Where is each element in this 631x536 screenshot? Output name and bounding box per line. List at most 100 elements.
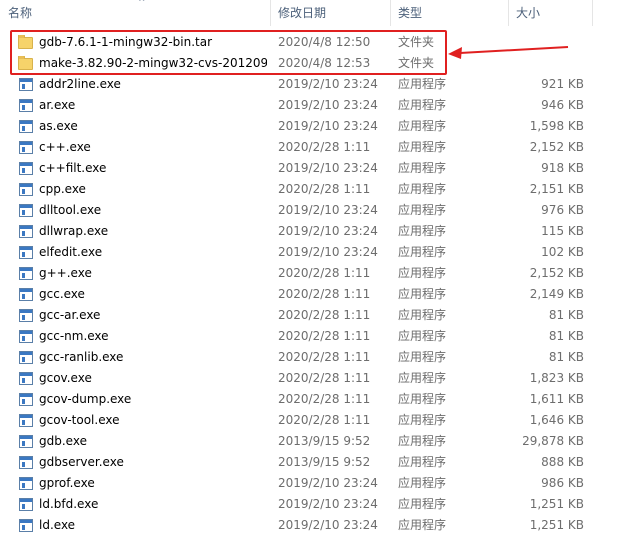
file-row[interactable]: cpp.exe 2020/2/28 1:11 应用程序 2,151 KB (0, 179, 631, 200)
file-row[interactable]: gcc.exe 2020/2/28 1:11 应用程序 2,149 KB (0, 284, 631, 305)
column-divider[interactable] (592, 0, 593, 26)
file-date-modified: 2019/2/10 23:24 (278, 224, 378, 238)
file-name: ld.exe (39, 518, 76, 532)
exe-icon (18, 434, 34, 449)
file-type: 应用程序 (398, 476, 447, 490)
file-date-modified: 2020/2/28 1:11 (278, 329, 371, 343)
exe-icon (18, 413, 34, 428)
file-row[interactable]: gdb.exe 2013/9/15 9:52 应用程序 29,878 KB (0, 431, 631, 452)
exe-icon (18, 329, 34, 344)
file-name: cpp.exe (39, 182, 86, 196)
file-name: ld.bfd.exe (39, 497, 99, 511)
exe-icon (18, 371, 34, 386)
file-size: 1,251 KB (529, 518, 584, 532)
file-row[interactable]: gcov-tool.exe 2020/2/28 1:11 应用程序 1,646 KB (0, 410, 631, 431)
column-header-size[interactable]: 大小 (508, 0, 592, 26)
file-name: ar.exe (39, 98, 76, 112)
file-type: 应用程序 (398, 245, 447, 259)
file-date-modified: 2019/2/10 23:24 (278, 161, 378, 175)
file-date-modified: 2020/2/28 1:11 (278, 266, 371, 280)
file-type: 文件夹 (398, 35, 435, 49)
file-type: 应用程序 (398, 224, 447, 238)
file-row[interactable]: gprof.exe 2019/2/10 23:24 应用程序 986 KB (0, 473, 631, 494)
file-type: 应用程序 (398, 140, 447, 154)
file-name: elfedit.exe (39, 245, 103, 259)
file-name: g++.exe (39, 266, 92, 280)
file-size: 1,251 KB (529, 497, 584, 511)
file-date-modified: 2020/2/28 1:11 (278, 308, 371, 322)
exe-icon (18, 350, 34, 365)
file-row[interactable]: gdbserver.exe 2013/9/15 9:52 应用程序 888 KB (0, 452, 631, 473)
file-row[interactable]: gcc-ranlib.exe 2020/2/28 1:11 应用程序 81 KB (0, 347, 631, 368)
file-type: 应用程序 (398, 497, 447, 511)
file-date-modified: 2019/2/10 23:24 (278, 245, 378, 259)
folder-icon (18, 35, 34, 50)
file-name: gdb-7.6.1-1-mingw32-bin.tar (39, 35, 213, 49)
file-size: 1,646 KB (529, 413, 584, 427)
file-date-modified: 2020/2/28 1:11 (278, 392, 371, 406)
file-size: 921 KB (541, 77, 584, 91)
exe-icon (18, 476, 34, 491)
exe-icon (18, 98, 34, 113)
file-name: gcc.exe (39, 287, 85, 301)
file-size: 81 KB (548, 350, 584, 364)
file-row[interactable]: gcov.exe 2020/2/28 1:11 应用程序 1,823 KB (0, 368, 631, 389)
file-row[interactable]: make-3.82.90-2-mingw32-cvs-201209... 2020… (0, 53, 631, 74)
file-size: 2,151 KB (529, 182, 584, 196)
file-size: 888 KB (541, 455, 584, 469)
file-row[interactable]: c++filt.exe 2019/2/10 23:24 应用程序 918 KB (0, 158, 631, 179)
file-row[interactable]: dllwrap.exe 2019/2/10 23:24 应用程序 115 KB (0, 221, 631, 242)
exe-icon (18, 203, 34, 218)
file-list: gdb-7.6.1-1-mingw32-bin.tar 2020/4/8 12:5… (0, 32, 631, 536)
file-size: 115 KB (541, 224, 584, 238)
file-size (508, 53, 584, 74)
file-name: c++filt.exe (39, 161, 107, 175)
file-date-modified: 2013/9/15 9:52 (278, 455, 371, 469)
file-type: 应用程序 (398, 287, 447, 301)
file-date-modified: 2020/4/8 12:50 (278, 35, 371, 49)
file-row[interactable]: ld.bfd.exe 2019/2/10 23:24 应用程序 1,251 KB (0, 494, 631, 515)
file-type: 应用程序 (398, 434, 447, 448)
column-header-type[interactable]: 类型 (390, 0, 508, 26)
file-size: 81 KB (548, 329, 584, 343)
file-row[interactable]: dlltool.exe 2019/2/10 23:24 应用程序 976 KB (0, 200, 631, 221)
file-row[interactable]: gcov-dump.exe 2020/2/28 1:11 应用程序 1,611 KB (0, 389, 631, 410)
file-size: 102 KB (541, 245, 584, 259)
file-name: gdbserver.exe (39, 455, 124, 469)
file-row[interactable]: gcc-nm.exe 2020/2/28 1:11 应用程序 81 KB (0, 326, 631, 347)
file-row[interactable]: as.exe 2019/2/10 23:24 应用程序 1,598 KB (0, 116, 631, 137)
column-header-bar: 名称 ^ 修改日期 类型 大小 (0, 0, 631, 30)
file-size: 1,598 KB (529, 119, 584, 133)
file-name: gdb.exe (39, 434, 87, 448)
exe-icon (18, 497, 34, 512)
file-row[interactable]: c++.exe 2020/2/28 1:11 应用程序 2,152 KB (0, 137, 631, 158)
file-date-modified: 2020/2/28 1:11 (278, 350, 371, 364)
file-date-modified: 2019/2/10 23:24 (278, 203, 378, 217)
file-row[interactable]: addr2line.exe 2019/2/10 23:24 应用程序 921 KB (0, 74, 631, 95)
file-name: dlltool.exe (39, 203, 102, 217)
column-header-name[interactable]: 名称 (0, 0, 270, 26)
file-date-modified: 2020/2/28 1:11 (278, 140, 371, 154)
file-name: gcc-ar.exe (39, 308, 101, 322)
file-row[interactable]: ar.exe 2019/2/10 23:24 应用程序 946 KB (0, 95, 631, 116)
file-size: 976 KB (541, 203, 584, 217)
file-row[interactable]: elfedit.exe 2019/2/10 23:24 应用程序 102 KB (0, 242, 631, 263)
file-name: gcov-tool.exe (39, 413, 120, 427)
file-type: 应用程序 (398, 350, 447, 364)
file-name: make-3.82.90-2-mingw32-cvs-201209... (39, 56, 267, 70)
file-type: 应用程序 (398, 392, 447, 406)
file-row[interactable]: gdb-7.6.1-1-mingw32-bin.tar 2020/4/8 12:5… (0, 32, 631, 53)
file-name: addr2line.exe (39, 77, 121, 91)
file-row[interactable]: gcc-ar.exe 2020/2/28 1:11 应用程序 81 KB (0, 305, 631, 326)
file-date-modified: 2020/2/28 1:11 (278, 182, 371, 196)
file-size: 918 KB (541, 161, 584, 175)
file-row[interactable]: g++.exe 2020/2/28 1:11 应用程序 2,152 KB (0, 263, 631, 284)
column-header-date-modified[interactable]: 修改日期 (270, 0, 390, 26)
file-size: 2,149 KB (529, 287, 584, 301)
file-row[interactable]: ld.exe 2019/2/10 23:24 应用程序 1,251 KB (0, 515, 631, 536)
file-type: 应用程序 (398, 455, 447, 469)
file-date-modified: 2019/2/10 23:24 (278, 518, 378, 532)
file-date-modified: 2019/2/10 23:24 (278, 77, 378, 91)
file-size: 2,152 KB (529, 266, 584, 280)
file-size: 81 KB (548, 308, 584, 322)
